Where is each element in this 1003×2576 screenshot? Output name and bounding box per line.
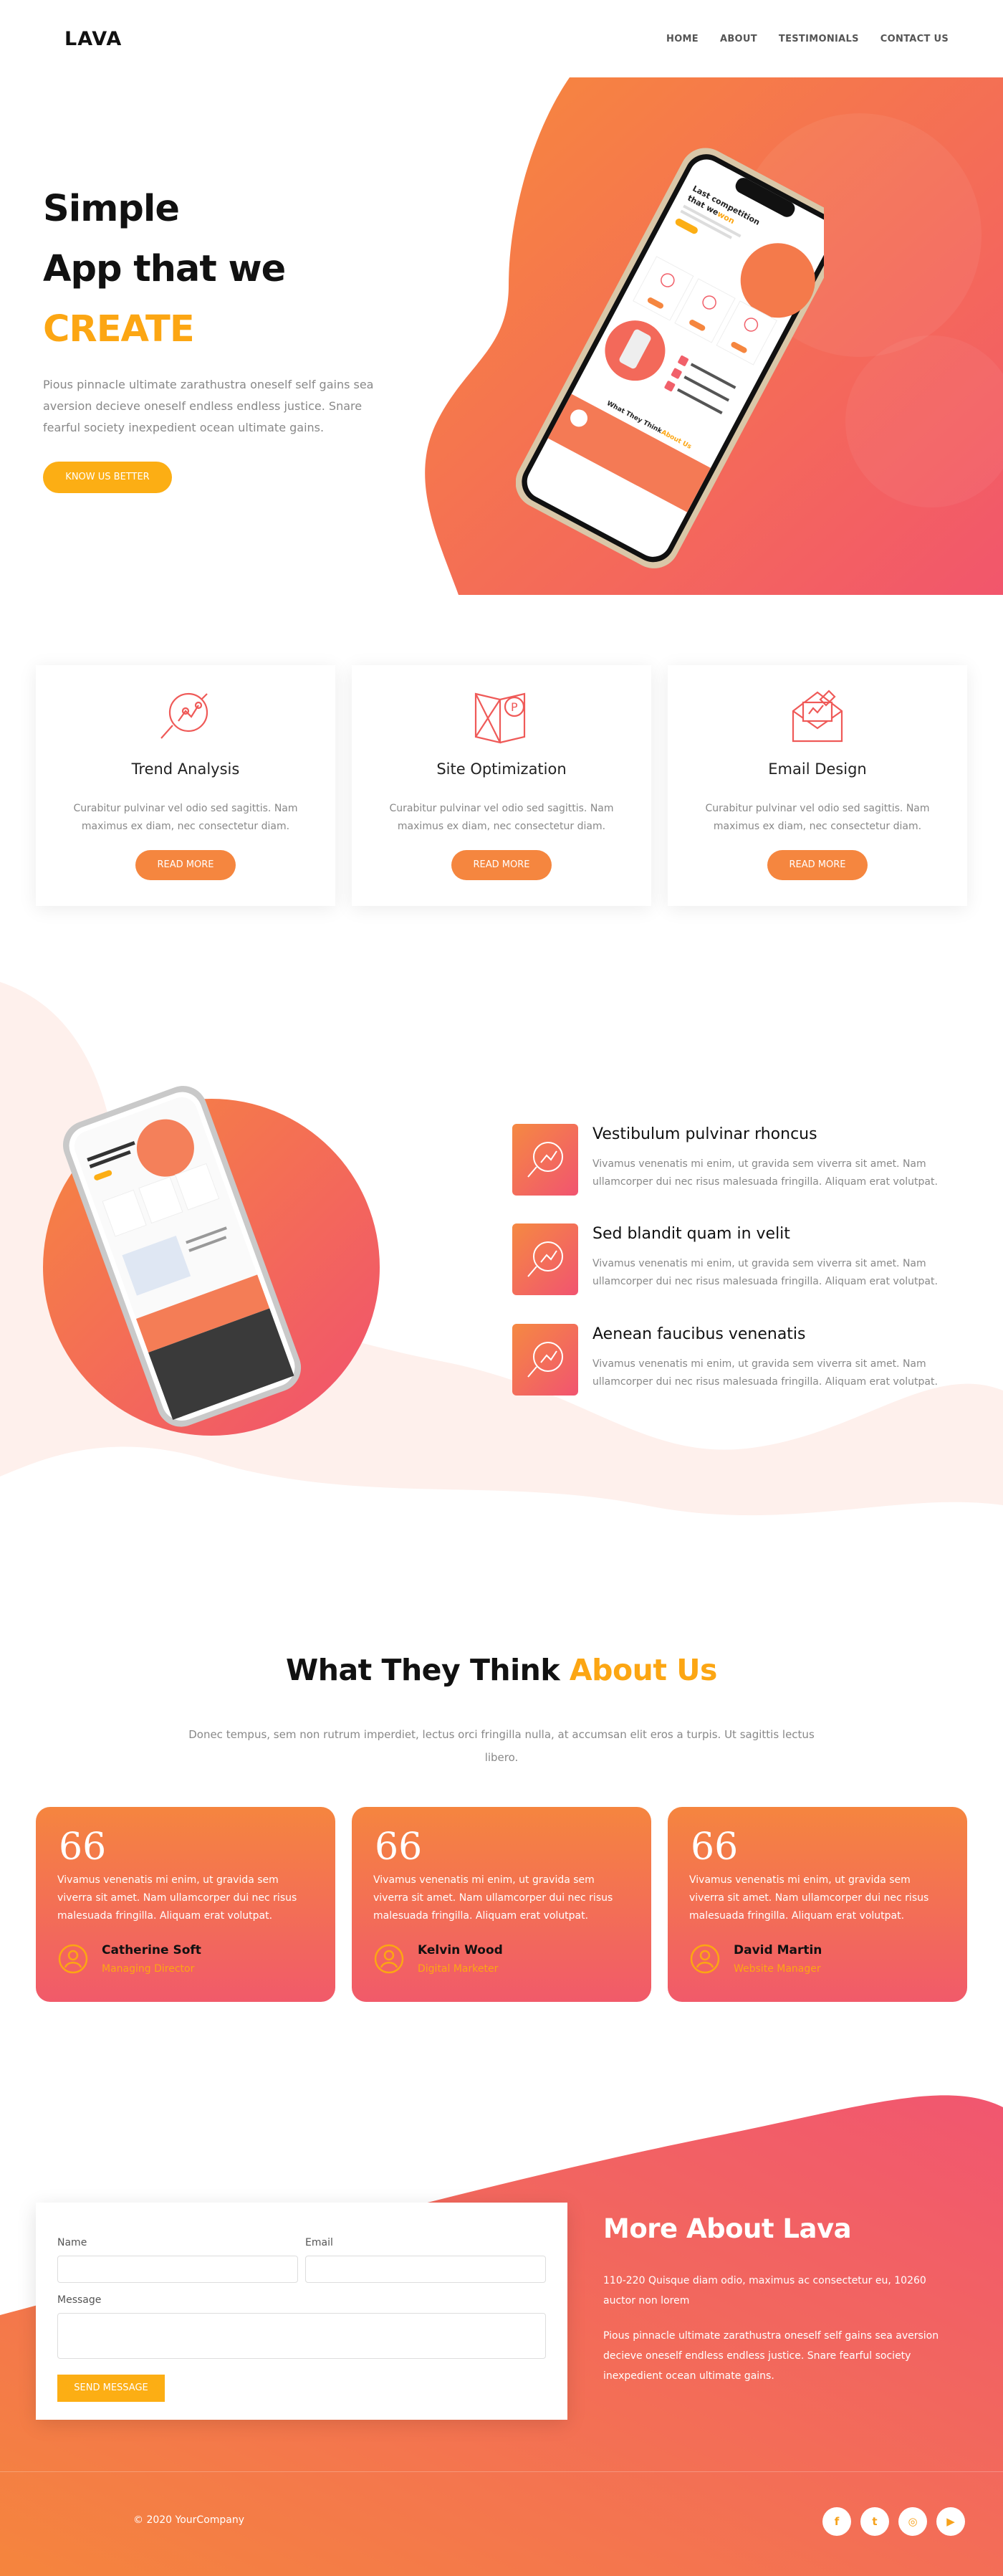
- testimonial-text: Vivamus venenatis mi enim, ut gravida se…: [689, 1874, 929, 1922]
- quote-icon: 66: [59, 1826, 107, 1869]
- nav-links: HOME ABOUT TESTIMONIALS CONTACT US: [645, 34, 949, 44]
- email-label: Email: [305, 2237, 333, 2248]
- hero-title-line-2: App that we: [43, 248, 286, 290]
- testimonial-card: 66 Vivamus venenatis mi enim, ut gravida…: [36, 1807, 335, 2002]
- testimonial-name: Kelvin Wood: [418, 1943, 503, 1957]
- feature-text: Vivamus venenatis mi enim, ut gravida se…: [592, 1158, 938, 1188]
- send-message-button[interactable]: SEND MESSAGE: [57, 2375, 165, 2402]
- about-address: 110-220 Quisque diam odio, maximus ac co…: [603, 2275, 926, 2307]
- user-avatar-icon: [58, 1944, 88, 1974]
- logo[interactable]: LAVA: [64, 28, 122, 50]
- service-title: Email Design: [768, 760, 867, 778]
- service-text: Curabitur pulvinar vel odio sed sagittis…: [705, 803, 930, 832]
- nav-link-testimonials[interactable]: TESTIMONIALS: [779, 34, 859, 44]
- feature-analytics-icon: [512, 1324, 578, 1396]
- testimonial-text: Vivamus venenatis mi enim, ut gravida se…: [57, 1874, 297, 1922]
- testimonials-title: What They Think About Us: [0, 1653, 1003, 1687]
- about-description: Pious pinnacle ultimate zarathustra ones…: [603, 2330, 939, 2382]
- name-label: Name: [57, 2237, 87, 2248]
- testimonials-description: Donec tempus, sem non rutrum imperdiet, …: [188, 1728, 815, 1764]
- feature-analytics-icon: [512, 1223, 578, 1295]
- feature-title: Vestibulum pulvinar rhoncus: [592, 1125, 817, 1143]
- hero-title: Simple App that we CREATE: [43, 179, 286, 360]
- copyright: © 2020 YourCompany: [133, 2514, 245, 2526]
- instagram-icon[interactable]: ◎: [898, 2507, 927, 2536]
- feature-text: Vivamus venenatis mi enim, ut gravida se…: [592, 1358, 938, 1388]
- twitter-icon[interactable]: t: [860, 2507, 889, 2536]
- nav-link-home[interactable]: HOME: [666, 34, 699, 44]
- message-textarea[interactable]: [57, 2313, 546, 2359]
- service-title: Trend Analysis: [131, 760, 240, 778]
- service-text: Curabitur pulvinar vel odio sed sagittis…: [389, 803, 614, 832]
- top-navigation: LAVA HOME ABOUT TESTIMONIALS CONTACT US: [0, 0, 1003, 77]
- feature-analytics-icon: [512, 1124, 578, 1196]
- feature-text: Vivamus venenatis mi enim, ut gravida se…: [592, 1258, 938, 1287]
- svg-text:P: P: [511, 700, 518, 714]
- read-more-button[interactable]: READ MORE: [767, 850, 868, 880]
- testimonial-role: Digital Marketer: [418, 1963, 499, 1975]
- read-more-button[interactable]: READ MORE: [135, 850, 236, 880]
- message-label: Message: [57, 2294, 102, 2306]
- testimonial-role: Website Manager: [734, 1963, 821, 1975]
- feature-title: Aenean faucibus venenatis: [592, 1325, 806, 1343]
- quote-icon: 66: [375, 1826, 423, 1869]
- site-optimization-icon: P: [474, 692, 526, 744]
- hero-phone-mockup: Last competition that we won What They T…: [516, 148, 824, 568]
- know-us-better-button[interactable]: KNOW US BETTER: [43, 462, 172, 493]
- testimonials-title-accent: About Us: [569, 1653, 718, 1687]
- testimonials-title-main: What They Think: [286, 1653, 560, 1687]
- testimonial-name: Catherine Soft: [102, 1943, 201, 1957]
- user-avatar-icon: [374, 1944, 404, 1974]
- testimonial-card: 66 Vivamus venenatis mi enim, ut gravida…: [668, 1807, 967, 2002]
- youtube-icon[interactable]: ▶: [936, 2507, 965, 2536]
- hero-description: Pious pinnacle ultimate zarathustra ones…: [43, 378, 374, 434]
- testimonial-role: Managing Director: [102, 1963, 195, 1975]
- name-input[interactable]: [57, 2256, 298, 2283]
- service-card-site-optimization: P Site Optimization Curabitur pulvinar v…: [352, 665, 651, 906]
- feature-title: Sed blandit quam in velit: [592, 1225, 790, 1243]
- service-title: Site Optimization: [436, 760, 567, 778]
- user-avatar-icon: [690, 1944, 720, 1974]
- quote-icon: 66: [691, 1826, 739, 1869]
- service-text: Curabitur pulvinar vel odio sed sagittis…: [73, 803, 298, 832]
- email-input[interactable]: [305, 2256, 546, 2283]
- hero-title-line-3: CREATE: [43, 308, 195, 350]
- nav-link-about[interactable]: ABOUT: [720, 34, 757, 44]
- social-links: f t ◎ ▶: [822, 2507, 965, 2536]
- nav-link-contact[interactable]: CONTACT US: [880, 34, 949, 44]
- more-about-title: More About Lava: [603, 2213, 852, 2244]
- hero-title-line-1: Simple: [43, 188, 180, 230]
- testimonial-name: David Martin: [734, 1943, 822, 1957]
- testimonial-text: Vivamus venenatis mi enim, ut gravida se…: [373, 1874, 613, 1922]
- trend-analysis-icon: [160, 692, 208, 739]
- email-design-icon: [792, 690, 843, 743]
- facebook-icon[interactable]: f: [822, 2507, 851, 2536]
- read-more-button[interactable]: READ MORE: [451, 850, 552, 880]
- service-card-email-design: Email Design Curabitur pulvinar vel odio…: [668, 665, 967, 906]
- service-card-trend-analysis: Trend Analysis Curabitur pulvinar vel od…: [36, 665, 335, 906]
- contact-form: Name Email Message SEND MESSAGE: [36, 2203, 567, 2420]
- testimonial-card: 66 Vivamus venenatis mi enim, ut gravida…: [352, 1807, 651, 2002]
- feature-item: Aenean faucibus venenatis Vivamus venena…: [512, 1324, 956, 1403]
- footer-divider: [0, 2471, 1003, 2472]
- feature-item: Vestibulum pulvinar rhoncus Vivamus vene…: [512, 1124, 956, 1203]
- feature-item: Sed blandit quam in velit Vivamus venena…: [512, 1223, 956, 1302]
